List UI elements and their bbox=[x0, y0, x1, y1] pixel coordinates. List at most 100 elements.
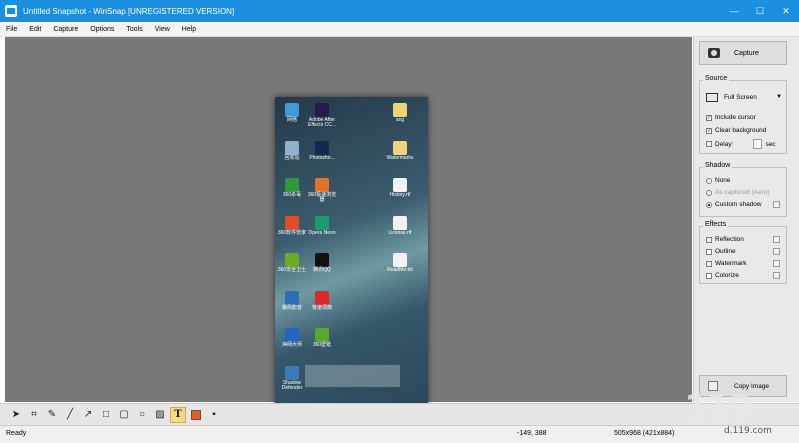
desktop-icon-label: License.rtf bbox=[388, 229, 412, 236]
clear-background-label: Clear background bbox=[715, 127, 767, 134]
menu-view[interactable]: View bbox=[149, 26, 176, 33]
hatch-fill-icon[interactable]: ▨ bbox=[152, 407, 168, 423]
clear-background-checkbox[interactable]: ✓ bbox=[706, 127, 712, 134]
desktop-icon-label: ReadMe.txt bbox=[387, 267, 413, 273]
desktop-icon: 暴风影音 bbox=[277, 290, 307, 311]
shadow-aero-label: As captured (Aero) bbox=[715, 189, 770, 196]
clear-background-option[interactable]: ✓ Clear background bbox=[706, 127, 766, 134]
delay-checkbox[interactable] bbox=[706, 141, 712, 147]
shadow-none-option[interactable]: None bbox=[706, 177, 731, 184]
desktop-icon: 净网大师 bbox=[277, 328, 307, 348]
reflection-settings-button[interactable] bbox=[773, 236, 780, 243]
desktop-icon: Shadow Defender bbox=[277, 365, 307, 391]
color-picker[interactable] bbox=[188, 407, 204, 423]
effect-reflection-option[interactable]: Reflection bbox=[706, 236, 744, 243]
shadow-settings-button[interactable] bbox=[773, 201, 780, 208]
desktop-app-icon bbox=[285, 365, 299, 380]
menu-help[interactable]: Help bbox=[176, 26, 202, 33]
desktop-app-icon bbox=[285, 140, 299, 155]
desktop-icon-label: 网络 bbox=[286, 117, 297, 123]
desktop-app-icon bbox=[315, 103, 329, 117]
effect-watermark-option[interactable]: Watermark bbox=[706, 260, 747, 267]
image-canvas[interactable]: 网络 Adobe After Effects CC... ang 回收站 Photosh… bbox=[5, 37, 692, 417]
effect-outline-option[interactable]: Outline bbox=[706, 248, 736, 255]
menu-edit[interactable]: Edit bbox=[23, 26, 47, 33]
watermark-logo: 119 bbox=[684, 388, 753, 429]
desktop-icon: Adobe After Effects CC... bbox=[307, 103, 337, 128]
captured-screenshot[interactable]: 网络 Adobe After Effects CC... ang 回收站 Photosh… bbox=[275, 97, 428, 417]
shadow-custom-radio[interactable] bbox=[706, 201, 712, 208]
desktop-icon-label: 360壁纸 bbox=[312, 342, 332, 348]
desktop-icon: 腾讯QQ bbox=[307, 253, 337, 273]
capture-button[interactable]: Capture bbox=[699, 41, 787, 65]
rectangle-icon[interactable]: □ bbox=[98, 407, 114, 423]
menu-options[interactable]: Options bbox=[84, 26, 120, 33]
line-width-icon[interactable]: ▪ bbox=[206, 407, 222, 423]
desktop-app-icon bbox=[393, 215, 407, 230]
shadow-custom-option[interactable]: Custom shadow bbox=[706, 201, 762, 208]
desktop-icon: 360杀毒 bbox=[277, 178, 307, 198]
delay-label: Delay: bbox=[715, 140, 734, 148]
source-dropdown[interactable]: Full Screen ▼ bbox=[706, 89, 782, 105]
desktop-app-icon bbox=[315, 215, 329, 230]
desktop-icon: ang bbox=[385, 103, 415, 123]
desktop-icon: Watermarks bbox=[385, 140, 415, 161]
desktop-icon-label: 360极速浏览器 bbox=[307, 192, 337, 203]
include-cursor-label: Include cursor bbox=[715, 114, 756, 121]
effects-group: Effects Reflection Outline Watermark Col… bbox=[699, 221, 787, 284]
source-selected: Full Screen bbox=[724, 93, 757, 101]
shadow-aero-radio[interactable] bbox=[706, 189, 712, 196]
colorize-settings-button[interactable] bbox=[773, 272, 780, 279]
desktop-app-icon bbox=[285, 178, 299, 192]
desktop-icon-label: Adobe After Effects CC... bbox=[308, 117, 336, 128]
shadow-aero-option[interactable]: As captured (Aero) bbox=[706, 189, 770, 196]
effect-outline-checkbox[interactable] bbox=[706, 248, 712, 255]
effect-colorize-option[interactable]: Colorize bbox=[706, 272, 739, 279]
include-cursor-checkbox[interactable]: ✓ bbox=[706, 114, 712, 121]
minimize-button[interactable]: — bbox=[721, 0, 747, 22]
close-button[interactable]: ✕ bbox=[773, 0, 799, 22]
effect-reflection-checkbox[interactable] bbox=[706, 236, 712, 243]
desktop-app-icon bbox=[285, 103, 299, 117]
crop-icon[interactable]: ⌗ bbox=[26, 407, 42, 423]
desktop-icon-label: Shadow Defender bbox=[281, 379, 303, 391]
select-arrow-icon[interactable]: ➤ bbox=[8, 407, 24, 423]
arrow-icon[interactable]: ↗ bbox=[80, 407, 96, 423]
desktop-app-icon bbox=[315, 328, 329, 342]
maximize-button[interactable]: ☐ bbox=[747, 0, 773, 22]
monitor-icon bbox=[706, 92, 718, 102]
effect-watermark-checkbox[interactable] bbox=[706, 260, 712, 267]
desktop-icon-label: 360软件管家 bbox=[277, 229, 307, 236]
desktop-app-icon bbox=[393, 140, 407, 155]
text-tool-icon[interactable]: T bbox=[170, 406, 186, 423]
outline-settings-button[interactable] bbox=[773, 248, 780, 255]
rounded-rectangle-icon[interactable]: ▢ bbox=[116, 407, 132, 423]
shadow-none-radio[interactable] bbox=[706, 177, 712, 184]
desktop-app-icon bbox=[393, 178, 407, 192]
desktop-icon-label: ang bbox=[395, 117, 405, 123]
desktop-icon: History.rtf bbox=[385, 178, 415, 198]
ellipse-icon[interactable]: ○ bbox=[134, 407, 150, 423]
menu-tools[interactable]: Tools bbox=[120, 26, 148, 33]
effect-outline-label: Outline bbox=[715, 248, 736, 255]
menu-capture[interactable]: Capture bbox=[47, 26, 84, 33]
effect-colorize-checkbox[interactable] bbox=[706, 272, 712, 279]
watermark-settings-button[interactable] bbox=[773, 260, 780, 267]
menu-file[interactable]: File bbox=[0, 26, 23, 33]
desktop-icon: 360安全卫士 bbox=[277, 253, 307, 273]
desktop-icon: ReadMe.txt bbox=[385, 253, 415, 273]
drawing-toolbar: ➤ ⌗ ✎ ╱ ↗ □ ▢ ○ ▨ T ▪ bbox=[0, 403, 799, 425]
desktop-icon: Photosho... bbox=[307, 140, 337, 161]
delay-option[interactable]: Delay: sec bbox=[706, 139, 776, 149]
desktop-icon: 回收站 bbox=[277, 140, 307, 161]
desktop-icon-label: 回收站 bbox=[284, 154, 300, 161]
watermark-url: d.119.com bbox=[724, 426, 772, 436]
pen-icon[interactable]: ✎ bbox=[44, 407, 60, 423]
desktop-icon: 360软件管家 bbox=[277, 215, 307, 236]
line-icon[interactable]: ╱ bbox=[62, 407, 78, 423]
camera-icon bbox=[708, 48, 720, 58]
window-title: Untitled Snapshot - WinSnap [UNREGISTERE… bbox=[23, 6, 235, 16]
delay-spinner[interactable] bbox=[753, 139, 763, 149]
capture-label: Capture bbox=[734, 49, 759, 57]
include-cursor-option[interactable]: ✓ Include cursor bbox=[706, 114, 756, 121]
